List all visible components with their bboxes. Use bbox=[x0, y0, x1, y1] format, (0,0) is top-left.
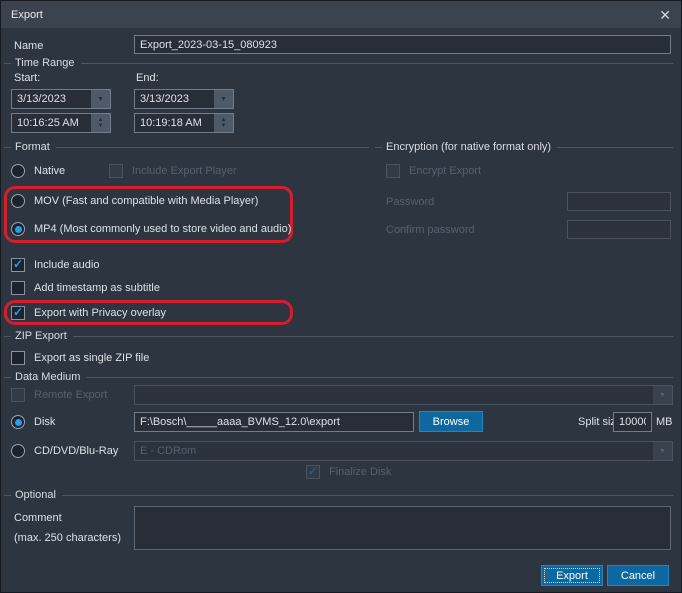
encrypt-export-label: Encrypt Export bbox=[409, 165, 481, 177]
comment-textarea[interactable] bbox=[134, 506, 671, 550]
checkbox-encrypt-export: Encrypt Export bbox=[386, 163, 481, 179]
start-date-picker[interactable]: 3/13/2023 bbox=[11, 89, 111, 109]
checkbox-single-zip[interactable]: Export as single ZIP file bbox=[11, 350, 149, 366]
data-medium-header: Data Medium bbox=[4, 370, 673, 384]
checkbox-privacy-overlay[interactable]: ✓ Export with Privacy overlay bbox=[11, 305, 166, 321]
mov-radio-icon[interactable] bbox=[11, 194, 25, 208]
single-zip-checkbox-icon[interactable] bbox=[11, 351, 25, 365]
cd-drive-dropdown-icon bbox=[653, 442, 672, 460]
start-date-dropdown-icon[interactable] bbox=[91, 90, 110, 108]
finalize-disk-checkbox-icon: ✓ bbox=[306, 465, 320, 479]
include-audio-label: Include audio bbox=[34, 259, 99, 271]
end-date-value: 3/13/2023 bbox=[135, 90, 214, 108]
export-dialog: Export ✕ Name Time Range Start: End: 3/1… bbox=[0, 0, 682, 593]
split-size-input[interactable] bbox=[613, 412, 652, 432]
cancel-button[interactable]: Cancel bbox=[607, 565, 669, 586]
close-icon[interactable]: ✕ bbox=[659, 8, 671, 22]
add-timestamp-label: Add timestamp as subtitle bbox=[34, 282, 160, 294]
checkbox-remote-export: Remote Export bbox=[11, 387, 107, 403]
export-button[interactable]: Export bbox=[541, 565, 603, 586]
comment-label: Comment bbox=[14, 512, 62, 524]
mp4-label: MP4 (Most commonly used to store video a… bbox=[34, 223, 291, 235]
remote-export-dropdown-icon bbox=[653, 386, 672, 404]
single-zip-label: Export as single ZIP file bbox=[34, 352, 149, 364]
checkbox-add-timestamp[interactable]: Add timestamp as subtitle bbox=[11, 280, 160, 296]
checkbox-include-export-player: Include Export Player bbox=[109, 163, 237, 179]
privacy-overlay-label: Export with Privacy overlay bbox=[34, 307, 166, 319]
title-bar: Export ✕ bbox=[1, 1, 681, 28]
privacy-overlay-checkbox-icon[interactable]: ✓ bbox=[11, 306, 25, 320]
cd-radio-icon[interactable] bbox=[11, 444, 25, 458]
name-label: Name bbox=[14, 40, 43, 52]
optional-header: Optional bbox=[4, 488, 673, 502]
end-date-picker[interactable]: 3/13/2023 bbox=[134, 89, 234, 109]
radio-mp4[interactable]: MP4 (Most commonly used to store video a… bbox=[11, 221, 291, 237]
time-range-header: Time Range bbox=[4, 56, 673, 70]
include-audio-checkbox-icon[interactable]: ✓ bbox=[11, 258, 25, 272]
remote-export-dropdown bbox=[134, 385, 673, 405]
remote-export-label: Remote Export bbox=[34, 389, 107, 401]
start-date-value: 3/13/2023 bbox=[12, 90, 91, 108]
confirm-password-input bbox=[567, 220, 671, 239]
radio-mov[interactable]: MOV (Fast and compatible with Media Play… bbox=[11, 193, 258, 209]
remote-export-dropdown-value bbox=[135, 386, 653, 404]
end-time-spin-icons[interactable]: ▲▼ bbox=[214, 114, 233, 132]
start-label: Start: bbox=[14, 72, 40, 84]
encryption-header: Encryption (for native format only) bbox=[375, 140, 673, 154]
include-export-player-label: Include Export Player bbox=[132, 165, 237, 177]
browse-button[interactable]: Browse bbox=[419, 411, 483, 432]
cd-label: CD/DVD/Blu-Ray bbox=[34, 445, 118, 457]
native-label: Native bbox=[34, 165, 65, 177]
checkbox-finalize-disk: ✓ Finalize Disk bbox=[306, 464, 391, 480]
native-radio-icon[interactable] bbox=[11, 164, 25, 178]
include-export-player-checkbox-icon bbox=[109, 164, 123, 178]
password-label: Password bbox=[386, 196, 434, 208]
checkbox-include-audio[interactable]: ✓ Include audio bbox=[11, 257, 99, 273]
radio-native[interactable]: Native bbox=[11, 163, 65, 179]
password-input bbox=[567, 192, 671, 211]
finalize-disk-label: Finalize Disk bbox=[329, 466, 391, 478]
disk-label: Disk bbox=[34, 416, 55, 428]
start-time-spinner[interactable]: 10:16:25 AM ▲▼ bbox=[11, 113, 111, 133]
mov-label: MOV (Fast and compatible with Media Play… bbox=[34, 195, 258, 207]
cd-drive-dropdown-value: E - CDRom bbox=[135, 442, 653, 460]
confirm-password-label: Confirm password bbox=[386, 224, 475, 236]
disk-radio-icon[interactable] bbox=[11, 415, 25, 429]
split-size-unit-label: MB bbox=[656, 416, 673, 428]
format-header: Format bbox=[4, 140, 369, 154]
remote-export-checkbox-icon bbox=[11, 388, 25, 402]
dialog-title: Export bbox=[11, 9, 43, 21]
start-time-value: 10:16:25 AM bbox=[12, 114, 91, 132]
radio-disk[interactable]: Disk bbox=[11, 414, 55, 430]
end-date-dropdown-icon[interactable] bbox=[214, 90, 233, 108]
add-timestamp-checkbox-icon[interactable] bbox=[11, 281, 25, 295]
start-time-spin-icons[interactable]: ▲▼ bbox=[91, 114, 110, 132]
end-time-value: 10:19:18 AM bbox=[135, 114, 214, 132]
disk-path-input[interactable] bbox=[134, 412, 414, 432]
radio-cd-dvd-bluray[interactable]: CD/DVD/Blu-Ray bbox=[11, 443, 118, 459]
cd-drive-dropdown: E - CDRom bbox=[134, 441, 673, 461]
mp4-radio-icon[interactable] bbox=[11, 222, 25, 236]
comment-hint-label: (max. 250 characters) bbox=[14, 532, 121, 544]
end-time-spinner[interactable]: 10:19:18 AM ▲▼ bbox=[134, 113, 234, 133]
zip-export-header: ZIP Export bbox=[4, 329, 673, 343]
name-input[interactable] bbox=[134, 35, 671, 54]
end-label: End: bbox=[136, 72, 159, 84]
encrypt-export-checkbox-icon bbox=[386, 164, 400, 178]
